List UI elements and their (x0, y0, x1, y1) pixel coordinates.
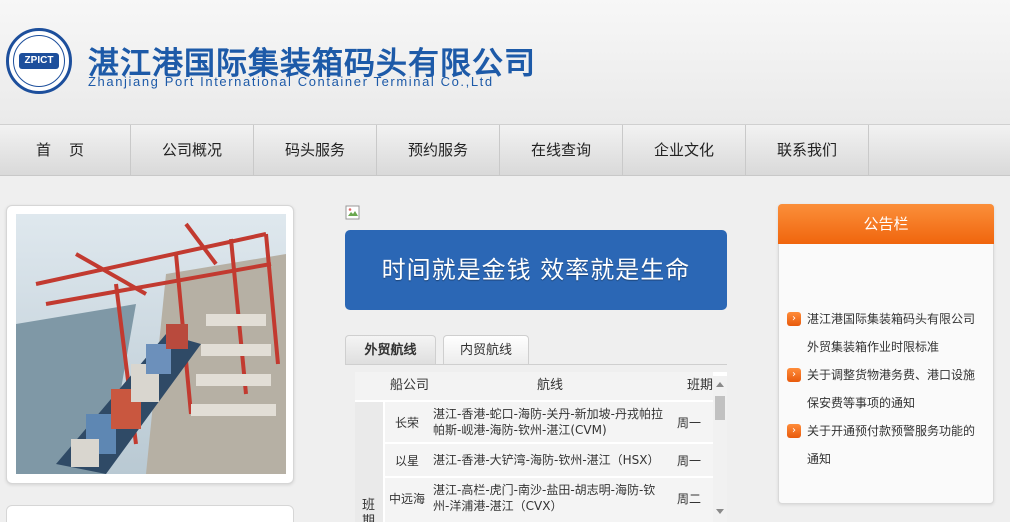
row-route: 湛江-高栏-虎门-南沙-盐田-胡志明-海防-钦州-洋浦港-湛江（CVX） (433, 483, 656, 513)
notice-link[interactable]: 关于调整货物港务费、港口设施保安费等事项的通知 (807, 361, 983, 417)
scroll-thumb[interactable] (715, 396, 725, 420)
scroll-down-icon[interactable] (716, 509, 724, 514)
header-route: 航线 (537, 378, 564, 393)
header-company: 船公司 (390, 378, 430, 393)
notice-list: › 湛江港国际集装箱码头有限公司外贸集装箱作业时限标准 › 关于调整货物港务费、… (787, 305, 983, 473)
scroll-up-icon[interactable] (716, 382, 724, 387)
logo-text: ZPICT (19, 53, 59, 69)
list-item[interactable]: › 关于开通预付款预警服务功能的通知 (787, 417, 983, 473)
company-logo[interactable]: ZPICT (6, 28, 72, 94)
nav-item-home[interactable]: 首页 (0, 125, 131, 175)
notice-board: 公告栏 › 湛江港国际集装箱码头有限公司外贸集装箱作业时限标准 › 关于调整货物… (778, 204, 994, 504)
table-row[interactable]: 中远海 湛江-高栏-虎门-南沙-盐田-胡志明-海防-钦州-洋浦港-湛江（CVX）… (385, 478, 713, 522)
row-company: 长荣 (394, 416, 419, 430)
arrow-bullet-icon: › (787, 312, 801, 326)
arrow-bullet-icon: › (787, 424, 801, 438)
route-table-header: 船公司 航线 班期 (355, 372, 713, 400)
header-schedule: 班期 (687, 378, 714, 393)
route-side-label: 班期 (355, 402, 383, 522)
row-company: 中远海 (388, 492, 425, 506)
row-schedule: 周一 (677, 416, 702, 430)
route-table: 船公司 航线 班期 班期 长荣 湛江-香港-蛇口-海防-关丹-新加坡-丹戎帕拉帕… (355, 372, 727, 522)
tab-domestic-routes[interactable]: 内贸航线 (443, 335, 529, 364)
main-nav: 首页 公司概况 码头服务 预约服务 在线查询 企业文化 联系我们 (0, 124, 1010, 176)
site-header: ZPICT 湛江港国际集装箱码头有限公司 Zhanjiang Port Inte… (0, 0, 1010, 124)
nav-item-culture[interactable]: 企业文化 (623, 125, 746, 175)
table-row[interactable]: 以星 湛江-香港-大铲湾-海防-钦州-湛江（HSX） 周一 (385, 444, 713, 476)
row-schedule: 周一 (677, 454, 702, 468)
tab-divider (345, 364, 727, 365)
terminal-photo (16, 214, 286, 474)
terminal-photo-frame (6, 205, 294, 484)
nav-item-terminal-services[interactable]: 码头服务 (254, 125, 377, 175)
slogan-banner: 时间就是金钱 效率就是生命 (345, 230, 727, 310)
list-item[interactable]: › 湛江港国际集装箱码头有限公司外贸集装箱作业时限标准 (787, 305, 983, 361)
nav-item-contact[interactable]: 联系我们 (746, 125, 869, 175)
notice-link[interactable]: 关于开通预付款预警服务功能的通知 (807, 417, 983, 473)
side-label-text: 班期 (362, 498, 376, 522)
row-route: 湛江-香港-大铲湾-海防-钦州-湛江（HSX） (433, 453, 660, 467)
nav-item-online-query[interactable]: 在线查询 (500, 125, 623, 175)
tab-foreign-routes[interactable]: 外贸航线 (345, 335, 436, 365)
nav-item-booking[interactable]: 预约服务 (377, 125, 500, 175)
row-route: 湛江-香港-蛇口-海防-关丹-新加坡-丹戎帕拉帕斯-岘港-海防-钦州-湛江(CV… (433, 407, 663, 437)
row-company: 以星 (394, 454, 419, 468)
notice-link[interactable]: 湛江港国际集装箱码头有限公司外贸集装箱作业时限标准 (807, 305, 983, 361)
notice-board-title: 公告栏 (778, 204, 994, 244)
table-row[interactable]: 长荣 湛江-香港-蛇口-海防-关丹-新加坡-丹戎帕拉帕斯-岘港-海防-钦州-湛江… (385, 402, 713, 442)
nav-item-about[interactable]: 公司概况 (131, 125, 254, 175)
broken-image-icon (345, 205, 360, 220)
list-item[interactable]: › 关于调整货物港务费、港口设施保安费等事项的通知 (787, 361, 983, 417)
row-schedule: 周二 (677, 492, 702, 506)
arrow-bullet-icon: › (787, 368, 801, 382)
route-scrollbar[interactable] (713, 376, 727, 522)
left-panel-bottom (6, 505, 294, 522)
company-name-en: Zhanjiang Port International Container T… (88, 74, 494, 89)
